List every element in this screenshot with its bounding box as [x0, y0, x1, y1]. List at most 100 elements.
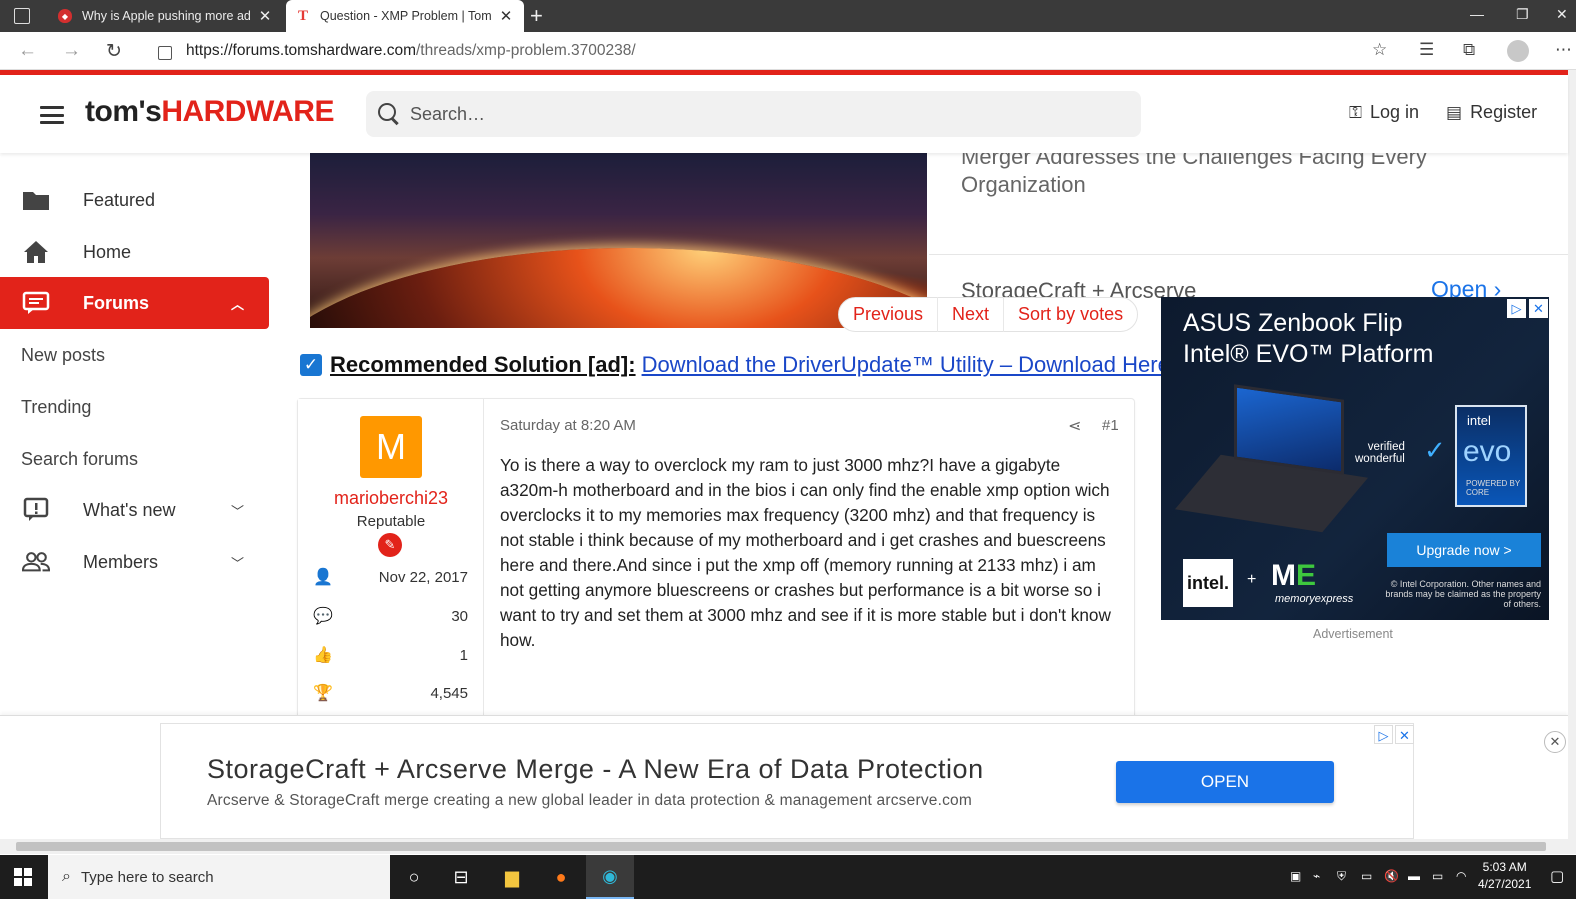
tray-app-icon[interactable]: ▣ [1290, 869, 1301, 883]
toms-favicon-icon: T [297, 7, 308, 24]
tab-actions-icon[interactable] [14, 8, 30, 24]
close-window-icon[interactable]: ✕ [1556, 6, 1568, 23]
avatar[interactable]: M [360, 416, 422, 478]
collections-icon[interactable]: ⧉ [1463, 40, 1475, 60]
taskbar-search-input[interactable]: ⌕ Type here to search [48, 855, 390, 899]
upgrade-now-button[interactable]: Upgrade now > [1387, 533, 1541, 567]
edge-icon[interactable]: ◉ [586, 855, 634, 899]
stat-points: 🏆 4,545 [312, 681, 468, 705]
sidebar-item-label: What's new [83, 499, 176, 520]
restore-icon[interactable]: ❐ [1516, 6, 1529, 23]
settings-more-icon[interactable]: ⋯ [1555, 40, 1572, 60]
post-number[interactable]: #1 [1102, 417, 1119, 434]
site-search-input[interactable]: Search… [366, 91, 1141, 137]
url-field[interactable]: https://forums.tomshardware.com/threads/… [146, 36, 1404, 66]
vertical-scrollbar[interactable] [1568, 70, 1576, 854]
forum-icon [22, 291, 50, 315]
logo-toms: tom's [85, 95, 162, 128]
close-ad-icon[interactable]: ✕ [1529, 299, 1548, 318]
bottom-ad-bar: ▷ ✕ StorageCraft + Arcserve Merge - A Ne… [0, 715, 1568, 839]
share-icon[interactable]: ⋖ [1068, 416, 1081, 436]
ad-headline-2: Intel® EVO™ Platform [1183, 340, 1434, 368]
notifications-icon[interactable]: ▢ [1550, 867, 1564, 885]
sidebar-item-members[interactable]: Members ﹀ [0, 536, 269, 588]
chevron-up-icon[interactable]: ︿ [231, 294, 244, 313]
featured-image[interactable] [310, 153, 927, 328]
ad-fine-print: © Intel Corporation. Other names and bra… [1385, 579, 1541, 609]
site-logo[interactable]: tom'sHARDWARE [85, 95, 334, 129]
username-link[interactable]: marioberchi23 [298, 488, 484, 509]
firefox-icon[interactable]: ● [547, 863, 575, 891]
minimize-icon[interactable]: — [1470, 6, 1484, 22]
chevron-down-icon[interactable]: ﹀ [231, 553, 244, 572]
post-date[interactable]: Saturday at 8:20 AM [500, 417, 636, 434]
add-favorite-icon[interactable]: ☆ [1372, 40, 1387, 60]
reload-icon[interactable]: ↻ [106, 40, 122, 63]
forward-icon[interactable]: → [62, 40, 81, 62]
horizontal-scrollbar[interactable] [0, 839, 1568, 854]
sidebar-item-label: Featured [83, 189, 156, 210]
sidebar-item-forums[interactable]: Forums ︿ [0, 277, 269, 329]
tray-item-icon[interactable]: ▬ [1408, 869, 1420, 883]
side-advertisement[interactable]: ASUS Zenbook Flip Intel® EVO™ Platform ▷… [1161, 297, 1549, 620]
bottom-advertisement[interactable]: ▷ ✕ StorageCraft + Arcserve Merge - A Ne… [160, 723, 1414, 839]
sidebar-item-label: Home [83, 241, 132, 262]
reputation-badge-icon: ✎ [378, 533, 402, 557]
messages-icon: 💬 [313, 608, 333, 625]
bottom-ad-open-button[interactable]: OPEN [1116, 761, 1334, 803]
forum-post: M marioberchi23 Reputable ✎ 👤 Nov 22, 20… [297, 398, 1135, 729]
tray-security-icon[interactable]: ⛨ [1337, 869, 1346, 884]
bottom-ad-title: StorageCraft + Arcserve Merge - A New Er… [207, 754, 984, 784]
sidebar-item-featured[interactable]: Featured [0, 174, 269, 226]
chevron-down-icon[interactable]: ﹀ [231, 501, 244, 520]
close-tab-icon[interactable]: ✕ [498, 7, 514, 25]
sidebar-item-whats-new[interactable]: What's new ﹀ [0, 484, 269, 536]
next-button[interactable]: Next [938, 297, 1005, 332]
browser-tab-apple-ads[interactable]: ◆ Why is Apple pushing more ads ✕ [48, 0, 283, 32]
favorites-icon[interactable]: ☰ [1419, 40, 1434, 60]
sidebar-subitem-new-posts[interactable]: New posts [21, 345, 105, 366]
tray-network-adapter-icon[interactable]: ⌁ [1313, 869, 1320, 883]
wifi-icon[interactable]: ◠ [1456, 869, 1466, 883]
back-icon[interactable]: ← [18, 40, 37, 62]
post-body: Yo is there a way to overclock my ram to… [500, 455, 1111, 650]
register-link[interactable]: ▤ Register [1446, 102, 1537, 123]
battery-icon[interactable]: ▭ [1432, 869, 1443, 883]
trophy-icon: 🏆 [313, 685, 333, 702]
sidebar-item-home[interactable]: Home [0, 226, 269, 278]
adchoices-icon[interactable]: ▷ [1507, 299, 1526, 318]
task-view-icon[interactable]: ⊟ [447, 863, 475, 891]
taskbar-clock[interactable]: 5:03 AM 4/27/2021 [1478, 859, 1531, 893]
scroll-thumb[interactable] [16, 842, 1546, 851]
recommended-link[interactable]: Download the DriverUpdate™ Utility – Dow… [642, 352, 1170, 378]
ad-headline-1: ASUS Zenbook Flip [1183, 309, 1403, 337]
search-icon: ⌕ [62, 868, 71, 885]
evo-core: POWERED BY CORE [1466, 479, 1521, 497]
sidebar-subitem-trending[interactable]: Trending [21, 397, 91, 418]
close-tab-icon[interactable]: ✕ [257, 7, 273, 25]
browser-tab-xmp-problem[interactable]: T Question - XMP Problem | Tom's ✕ [286, 0, 524, 32]
stat-value: 1 [459, 646, 468, 664]
clock-time: 5:03 AM [1482, 860, 1527, 874]
login-link[interactable]: ⚿ Log in [1349, 102, 1419, 123]
adchoices-icon[interactable]: ▷ [1374, 725, 1393, 744]
file-explorer-icon[interactable]: ▆ [498, 863, 526, 891]
sidebar-subitem-search-forums[interactable]: Search forums [21, 449, 138, 470]
profile-icon[interactable] [1507, 40, 1529, 62]
volume-muted-icon[interactable]: 🔇 [1384, 869, 1399, 883]
sort-by-votes-button[interactable]: Sort by votes [1004, 297, 1137, 332]
stat-value: 30 [451, 607, 468, 625]
checkbox-icon: ✓ [300, 354, 322, 376]
close-sticky-ad-icon[interactable]: ✕ [1544, 731, 1566, 753]
new-tab-icon[interactable]: + [530, 3, 543, 29]
close-ad-icon[interactable]: ✕ [1395, 725, 1414, 744]
tray-display-icon[interactable]: ▭ [1361, 869, 1372, 883]
planet-horizon [310, 248, 927, 328]
cortana-icon[interactable]: ○ [400, 863, 428, 891]
menu-icon[interactable] [40, 106, 64, 124]
windows-start-icon[interactable] [14, 868, 32, 886]
stat-value: Nov 22, 2017 [378, 568, 468, 586]
sidebar-nav: Featured Home Forums ︿ New posts Trendin… [0, 153, 280, 715]
previous-button[interactable]: Previous [839, 297, 939, 332]
divider [929, 254, 1569, 255]
